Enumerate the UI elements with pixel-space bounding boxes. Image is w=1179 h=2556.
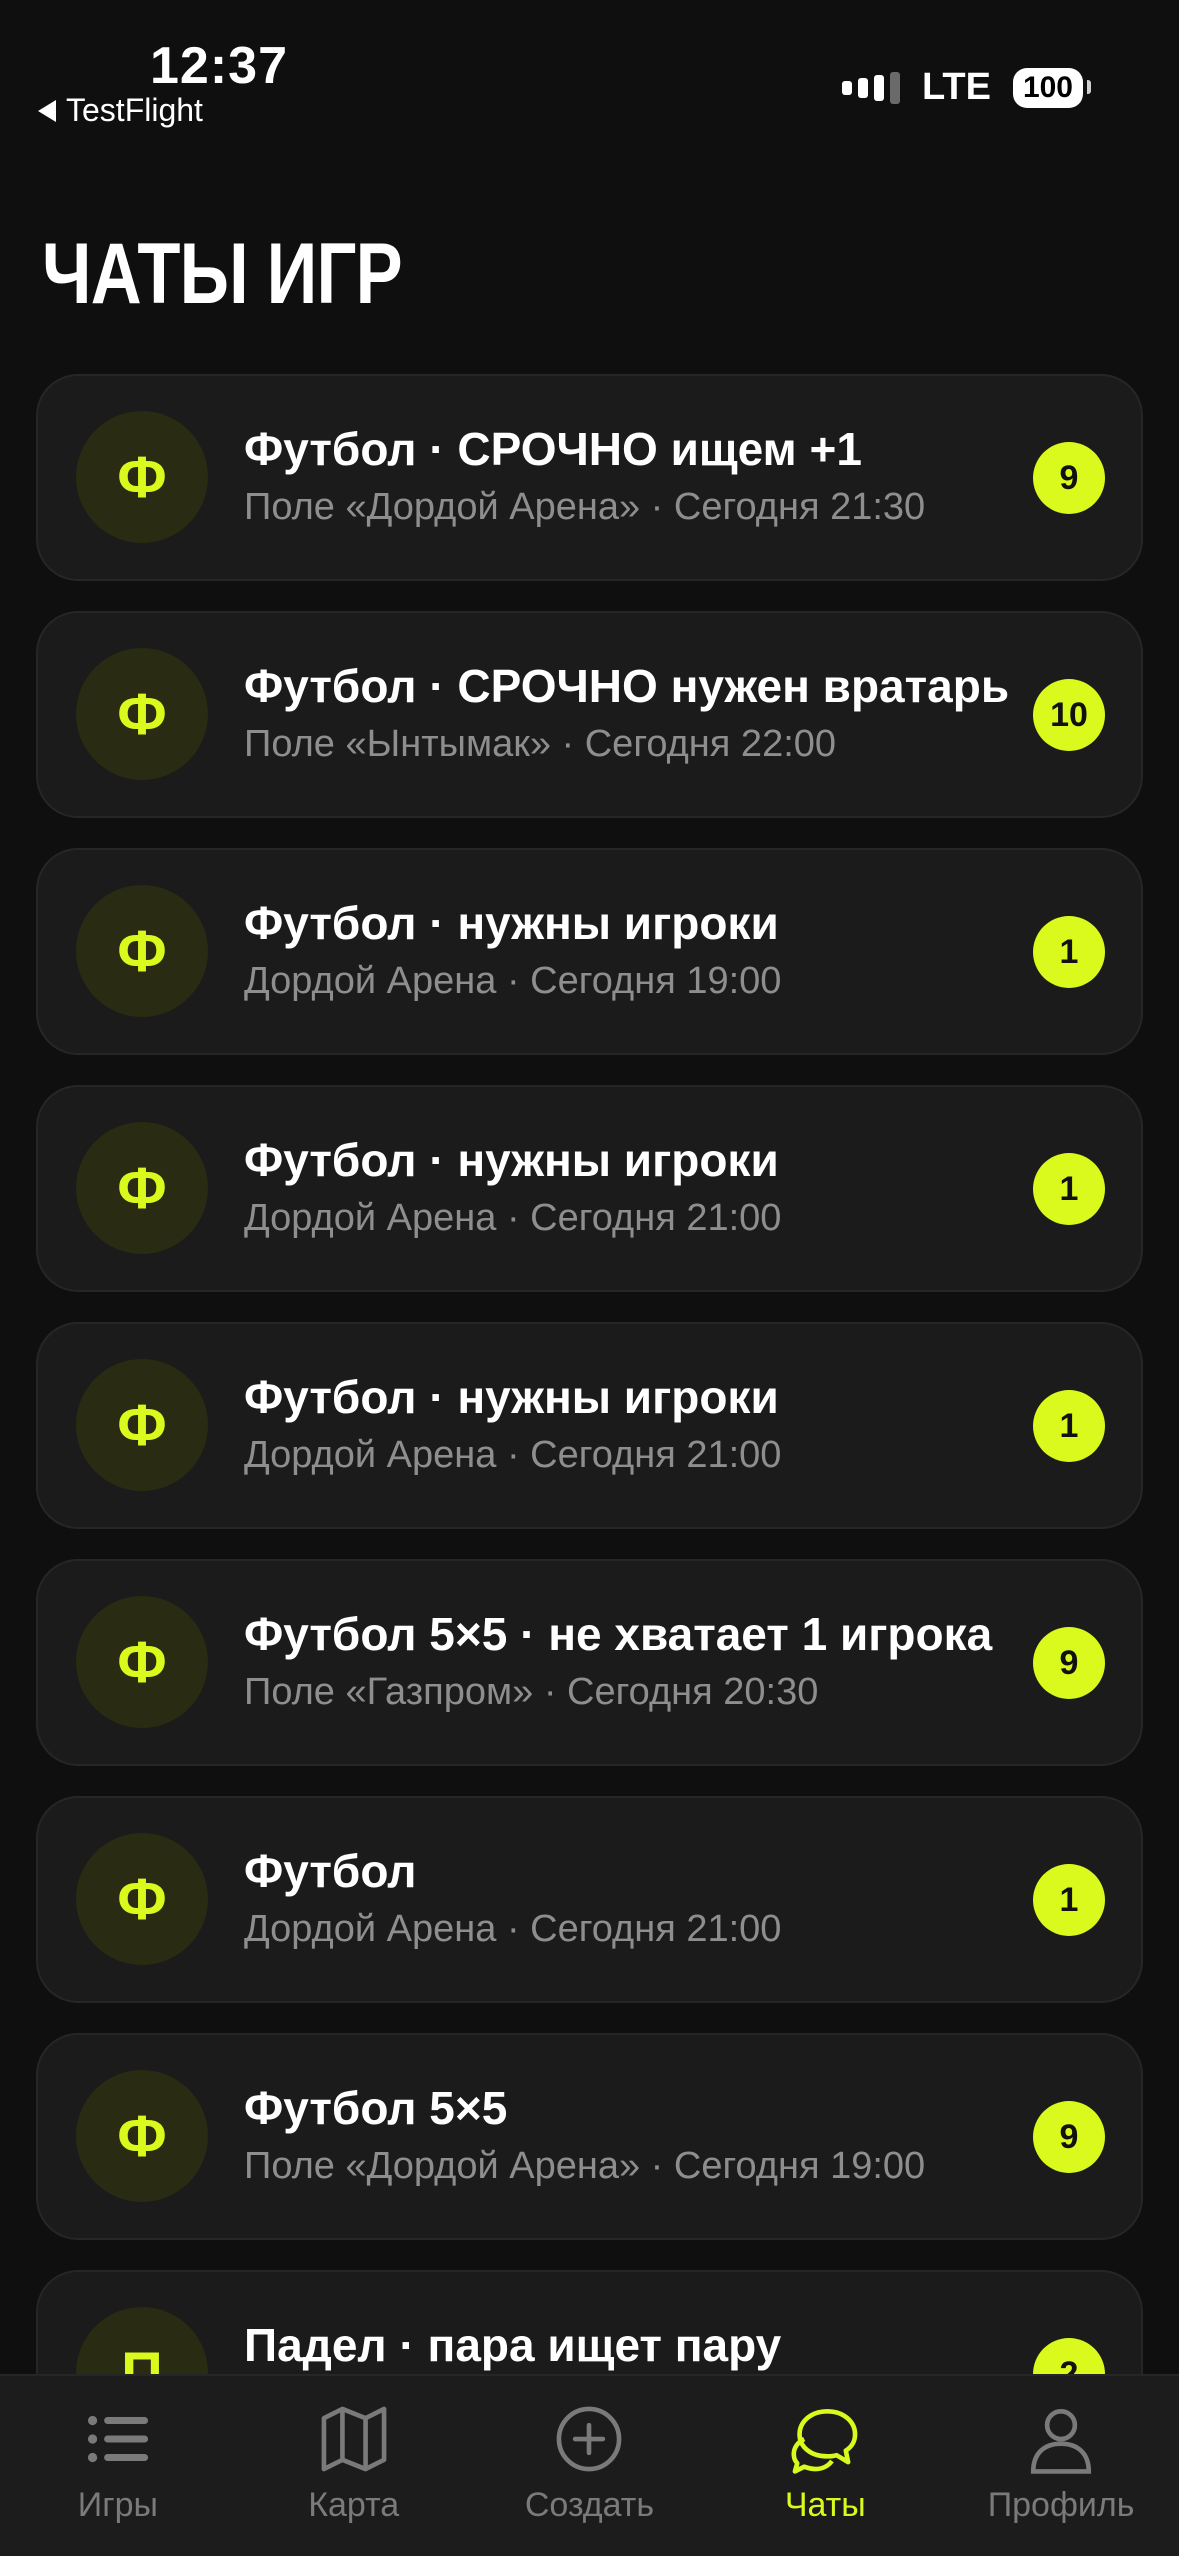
tab-chats[interactable]: Чаты	[725, 2376, 925, 2525]
unread-badge: 1	[1033, 1864, 1105, 1936]
map-icon	[321, 2406, 387, 2472]
back-to-testflight[interactable]: TestFlight	[38, 92, 203, 129]
chat-title: Падел · пара ищет пару	[244, 2319, 782, 2371]
chat-subtitle: Дордой Арена · Сегодня 21:00	[244, 1434, 782, 1476]
chat-item[interactable]: Ф Футбол · СРОЧНО нужен вратарь Поле «Ынты…	[36, 611, 1143, 818]
chat-item[interactable]: Ф Футбол · СРОЧНО ищем +1 Поле «Дордой Аре…	[36, 374, 1143, 581]
chat-avatar: Ф	[76, 885, 208, 1017]
battery-icon: 100	[1012, 67, 1092, 108]
chat-item[interactable]: Ф Футбол · нужны игроки Дордой Арена · Сег…	[36, 848, 1143, 1055]
chat-subtitle: Поле «Дордой Арена» · Сегодня 19:00	[244, 2145, 926, 2187]
chat-avatar: Ф	[76, 648, 208, 780]
chat-subtitle: Дордой Арена · Сегодня 19:00	[244, 960, 782, 1002]
status-time: 12:37	[150, 37, 288, 95]
chat-subtitle: Поле «Газпром» · Сегодня 20:30	[244, 1671, 819, 1713]
chat-title: Футбол 5×5	[244, 2082, 508, 2134]
chat-item[interactable]: Ф Футбол · нужны игроки Дордой Арена · Сег…	[36, 1085, 1143, 1292]
tab-label: Создать	[524, 2486, 655, 2524]
chat-avatar: Ф	[76, 411, 208, 543]
unread-badge: 1	[1033, 1153, 1105, 1225]
list-icon	[87, 2415, 148, 2463]
chat-title: Футбол	[244, 1845, 417, 1897]
chat-subtitle: Поле «Ынтымак» · Сегодня 22:00	[244, 723, 837, 765]
chat-title: Футбол · СРОЧНО ищем +1	[244, 423, 862, 475]
chat-subtitle: Дордой Арена · Сегодня 21:00	[244, 1197, 782, 1239]
chat-title: Футбол 5×5 · не хватает 1 игрока	[244, 1608, 993, 1660]
tab-label: Карта	[308, 2486, 400, 2524]
tab-label: Чаты	[784, 2486, 866, 2524]
chat-avatar: Ф	[76, 1833, 208, 1965]
chat-item[interactable]: Ф Футбол 5×5 · не хватает 1 игрока Поле «Г…	[36, 1559, 1143, 1766]
unread-badge: 1	[1033, 1390, 1105, 1462]
chat-title: Футбол · СРОЧНО нужен вратарь	[244, 660, 1010, 712]
unread-badge: 1	[1033, 916, 1105, 988]
tab-map[interactable]: Карта	[254, 2376, 454, 2525]
chat-avatar: Ф	[76, 1122, 208, 1254]
tab-label: Игры	[77, 2486, 158, 2524]
tab-bar: Игры Карта Создать Чаты Профиль	[0, 2374, 1179, 2556]
chat-item[interactable]: Ф Футбол · нужны игроки Дордой Арена · Сег…	[36, 1322, 1143, 1529]
chat-avatar: Ф	[76, 1359, 208, 1491]
tab-profile[interactable]: Профиль	[961, 2376, 1161, 2525]
chat-bubbles-icon	[791, 2408, 858, 2474]
tab-games[interactable]: Игры	[18, 2376, 218, 2525]
unread-badge: 9	[1033, 442, 1105, 514]
signal-icon	[841, 71, 900, 104]
unread-badge: 9	[1033, 2101, 1105, 2173]
back-arrow-icon	[38, 99, 56, 122]
chat-subtitle: Поле «Дордой Арена» · Сегодня 21:30	[244, 486, 926, 528]
page-title: ЧАТЫ ИГР	[42, 226, 403, 322]
unread-badge: 9	[1033, 1627, 1105, 1699]
chat-avatar: Ф	[76, 2070, 208, 2202]
chat-item[interactable]: Ф Футбол Дордой Арена · Сегодня 21:00 1	[36, 1796, 1143, 2003]
chat-title: Футбол · нужны игроки	[244, 1134, 779, 1186]
plus-circle-icon	[557, 2406, 622, 2472]
chat-title: Футбол · нужны игроки	[244, 897, 779, 949]
tab-label: Профиль	[987, 2486, 1135, 2524]
network-label: LTE	[921, 66, 991, 108]
chat-item[interactable]: Ф Футбол 5×5 Поле «Дордой Арена» · Сегодня…	[36, 2033, 1143, 2240]
chat-title: Футбол · нужны игроки	[244, 1371, 779, 1423]
back-label: TestFlight	[66, 92, 203, 128]
person-icon	[1031, 2408, 1092, 2474]
chat-list: Ф Футбол · СРОЧНО ищем +1 Поле «Дордой Аре…	[36, 374, 1143, 2507]
unread-badge: 10	[1033, 679, 1105, 751]
chat-avatar: Ф	[76, 1596, 208, 1728]
chat-subtitle: Дордой Арена · Сегодня 21:00	[244, 1908, 782, 1950]
tab-create[interactable]: Создать	[489, 2376, 689, 2525]
